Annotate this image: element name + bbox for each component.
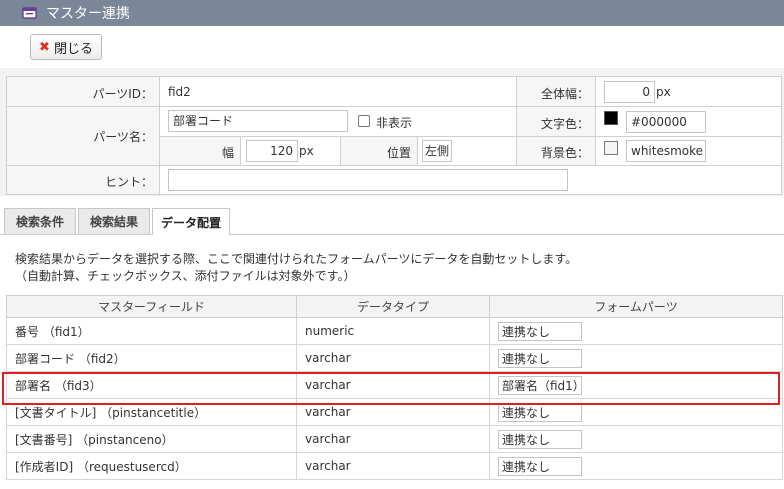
form-part-select[interactable]: 連携なし [498, 348, 582, 368]
text-color-label-cell: 文字色： [516, 106, 596, 137]
description-line-2: （自動計算、チェックボックス、添付ファイルは対象外です。） [15, 269, 356, 283]
toolbar: ✖ 閉じる [0, 26, 784, 69]
master-field-cell: 部署名 （fid3） [6, 371, 297, 399]
bg-color-label-cell: 背景色： [516, 136, 596, 166]
hidden-checkbox[interactable] [358, 115, 370, 127]
hidden-label: 非表示 [376, 116, 413, 130]
hint-label: ヒント： [104, 175, 153, 189]
table-row: [文書タイトル] （pinstancetitle） varchar 連携なし [6, 398, 783, 426]
hint-value-cell [159, 165, 782, 195]
bg-color-value-cell: whitesmoke [595, 136, 782, 166]
text-color-swatch[interactable] [604, 111, 618, 125]
form-part-select[interactable]: 部署名（fid1） [498, 375, 582, 395]
bg-color-swatch[interactable] [604, 141, 618, 155]
form-part-select[interactable]: 連携なし [498, 402, 582, 422]
width-label-cell: 幅 [159, 136, 241, 166]
table-header-row: マスターフィールド データタイプ フォームパーツ [6, 295, 783, 318]
part-id-value: fid2 [168, 85, 191, 99]
bg-color-label: 背景色： [540, 146, 589, 160]
data-type-cell: varchar [296, 371, 490, 399]
table-row: [作成者ID] （requestusercd） varchar 連携なし [6, 452, 783, 480]
window-icon [22, 7, 37, 19]
width-input[interactable]: 120 [246, 140, 298, 162]
column-header-master-field: マスターフィールド [6, 295, 297, 318]
form-part-cell: 部署名（fid1） [489, 371, 783, 399]
position-select[interactable]: 左側 [422, 140, 452, 162]
column-header-data-type: データタイプ [296, 295, 490, 318]
data-type-cell: varchar [296, 452, 490, 480]
tab-search-conditions[interactable]: 検索条件 [4, 208, 76, 234]
data-type-cell: varchar [296, 398, 490, 426]
total-width-unit: px [656, 85, 671, 99]
form-part-cell: 連携なし [489, 398, 783, 426]
width-unit: px [299, 144, 314, 158]
window-title: マスター連携 [46, 6, 130, 22]
part-id-value-cell: fid2 [159, 76, 517, 107]
master-field-cell: 部署コード （fid2） [6, 344, 297, 372]
form-part-cell: 連携なし [489, 425, 783, 453]
close-icon: ✖ [39, 39, 50, 55]
part-name-input[interactable]: 部署コード [168, 110, 348, 132]
master-field-cell: [文書タイトル] （pinstancetitle） [6, 398, 297, 426]
form-part-select[interactable]: 連携なし [498, 429, 582, 449]
data-type-cell: varchar [296, 425, 490, 453]
position-value-cell: 左側 [417, 136, 517, 166]
table-row: 部署コード （fid2） varchar 連携なし [6, 344, 783, 372]
total-width-label-cell: 全体幅： [516, 76, 596, 107]
text-color-label: 文字色： [540, 117, 589, 131]
properties-panel: パーツID： fid2 全体幅： 0 px パーツ名： 部署コード 非表示 文字… [0, 68, 784, 196]
data-type-cell: varchar [296, 344, 490, 372]
master-field-cell: [文書番号] （pinstanceno） [6, 425, 297, 453]
width-value-cell: 120 px [240, 136, 341, 166]
form-part-cell: 連携なし [489, 344, 783, 372]
form-part-select[interactable]: 連携なし [498, 321, 582, 341]
bg-color-input[interactable]: whitesmoke [626, 140, 706, 162]
master-field-cell: 番号 （fid1） [6, 317, 297, 345]
total-width-input[interactable]: 0 [604, 81, 655, 103]
part-id-label-cell: パーツID： [6, 76, 160, 107]
position-label-cell: 位置 [340, 136, 418, 166]
mapping-table: マスターフィールド データタイプ フォームパーツ 番号 （fid1） numer… [6, 295, 783, 480]
data-type-cell: numeric [296, 317, 490, 345]
table-row: 部署名 （fid3） varchar 部署名（fid1） [6, 371, 783, 399]
part-id-label: パーツID： [92, 87, 153, 101]
description-line-1: 検索結果からデータを選択する際、ここで関連付けられたフォームパーツにデータを自動… [15, 252, 578, 266]
text-color-value-cell: #000000 [595, 106, 782, 137]
hint-input[interactable] [168, 169, 568, 191]
window-titlebar: マスター連携 [0, 0, 784, 26]
form-part-cell: 連携なし [489, 317, 783, 345]
position-label: 位置 [386, 146, 411, 160]
form-part-cell: 連携なし [489, 452, 783, 480]
tab-bar: 検索条件 検索結果 データ配置 [0, 206, 784, 235]
tab-data-placement[interactable]: データ配置 [152, 208, 230, 235]
table-row: [文書番号] （pinstanceno） varchar 連携なし [6, 425, 783, 453]
close-button-label: 閉じる [53, 41, 93, 57]
text-color-input[interactable]: #000000 [626, 111, 706, 133]
master-field-cell: [作成者ID] （requestusercd） [6, 452, 297, 480]
tab-search-results[interactable]: 検索結果 [78, 208, 150, 234]
part-name-label: パーツ名： [93, 130, 153, 144]
column-header-form-part: フォームパーツ [489, 295, 783, 318]
close-button[interactable]: ✖ 閉じる [30, 34, 102, 60]
form-part-select[interactable]: 連携なし [498, 456, 582, 476]
width-label: 幅 [221, 146, 234, 160]
hint-label-cell: ヒント： [6, 165, 160, 195]
total-width-label: 全体幅： [540, 87, 589, 101]
total-width-value-cell: 0 px [595, 76, 782, 107]
part-name-value-cell: 部署コード 非表示 [159, 106, 517, 137]
table-row: 番号 （fid1） numeric 連携なし [6, 317, 783, 345]
part-name-label-cell: パーツ名： [6, 106, 160, 166]
